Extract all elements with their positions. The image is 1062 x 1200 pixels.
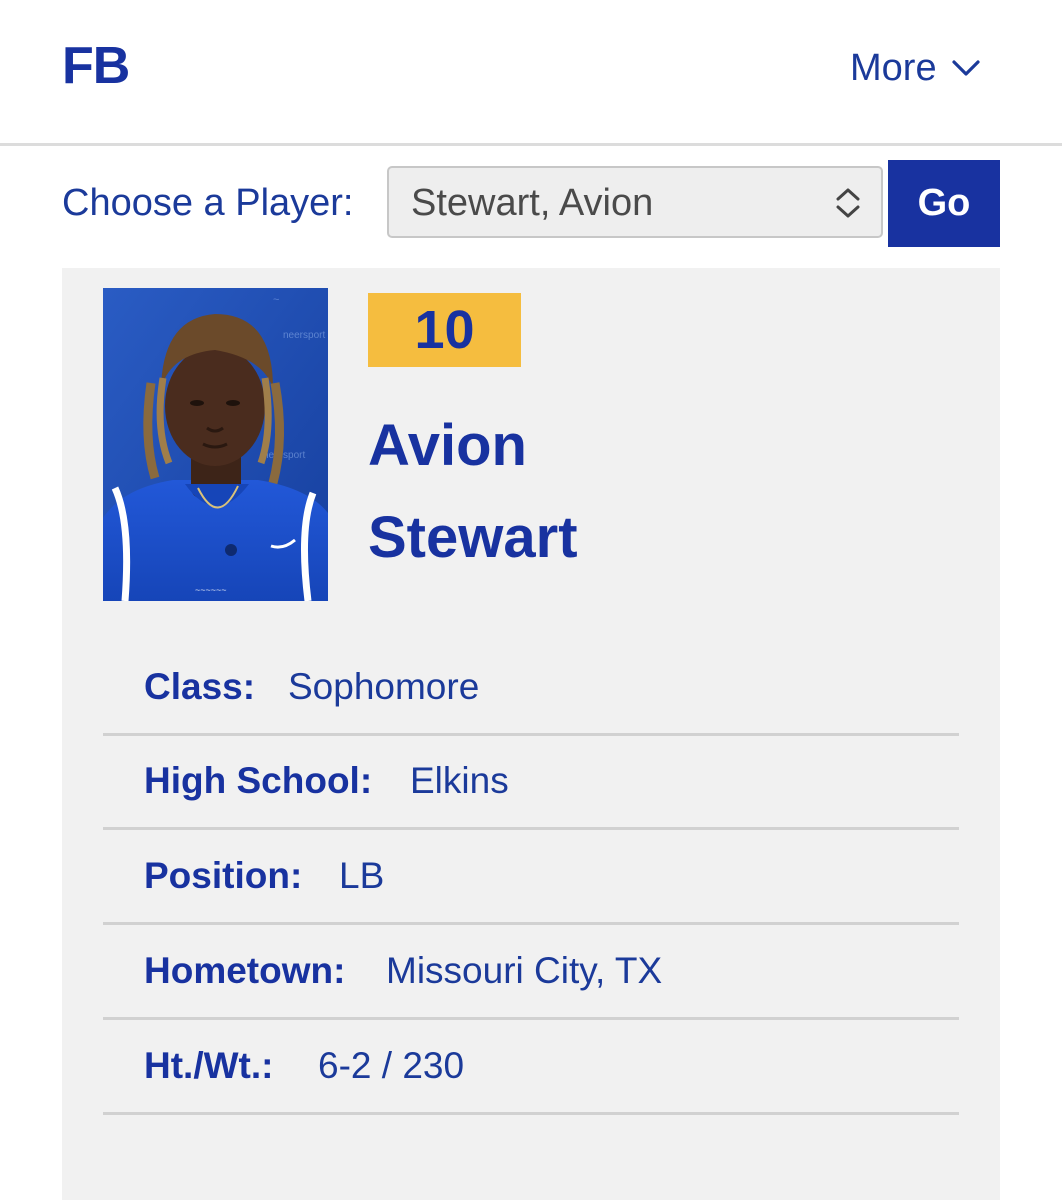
detail-label: Hometown: (144, 950, 346, 991)
more-label: More (850, 46, 937, 89)
jersey-number-badge: 10 (368, 293, 521, 367)
detail-value: 6-2 / 230 (318, 1045, 465, 1086)
player-chooser: Choose a Player: Stewart, Avion Go (62, 160, 1000, 247)
svg-text:~~~~~~: ~~~~~~ (195, 585, 227, 595)
player-select-value: Stewart, Avion (411, 182, 654, 224)
player-photo-image: ~ neersport neersport ~~~~~~ (103, 288, 328, 601)
detail-row-class: Class: Sophomore (103, 642, 959, 736)
detail-value: Missouri City, TX (386, 950, 663, 991)
detail-label: High School: (144, 760, 373, 801)
player-select[interactable]: Stewart, Avion (387, 166, 883, 238)
detail-row-high-school: High School: Elkins (103, 736, 959, 830)
detail-value: LB (339, 855, 385, 896)
detail-label: Position: (144, 855, 303, 896)
more-menu-button[interactable]: More (850, 46, 981, 90)
chevron-down-icon (951, 60, 980, 76)
svg-text:~: ~ (273, 294, 279, 306)
detail-label: Class: (144, 666, 256, 707)
svg-text:neersport: neersport (263, 450, 305, 461)
player-profile-card: ~ neersport neersport ~~~~~~ 10 Avion St… (62, 268, 1000, 1200)
up-down-arrows-icon (836, 188, 860, 218)
svg-text:neersport: neersport (283, 330, 325, 341)
top-nav-bar: FB More (0, 0, 1062, 146)
player-headshot: ~ neersport neersport ~~~~~~ (103, 288, 328, 601)
detail-row-position: Position: LB (103, 831, 959, 925)
go-button[interactable]: Go (888, 160, 1000, 247)
brand-title[interactable]: FB (62, 36, 130, 96)
detail-row-hometown: Hometown: Missouri City, TX (103, 926, 959, 1020)
detail-row-height-weight: Ht./Wt.: 6-2 / 230 (103, 1021, 959, 1115)
player-name: Avion Stewart (368, 400, 578, 584)
detail-value: Sophomore (288, 666, 480, 707)
choose-player-label: Choose a Player: (62, 182, 354, 224)
player-last-name: Stewart (368, 505, 578, 570)
player-first-name: Avion (368, 413, 527, 478)
detail-label: Ht./Wt.: (144, 1045, 274, 1086)
detail-value: Elkins (410, 760, 509, 801)
